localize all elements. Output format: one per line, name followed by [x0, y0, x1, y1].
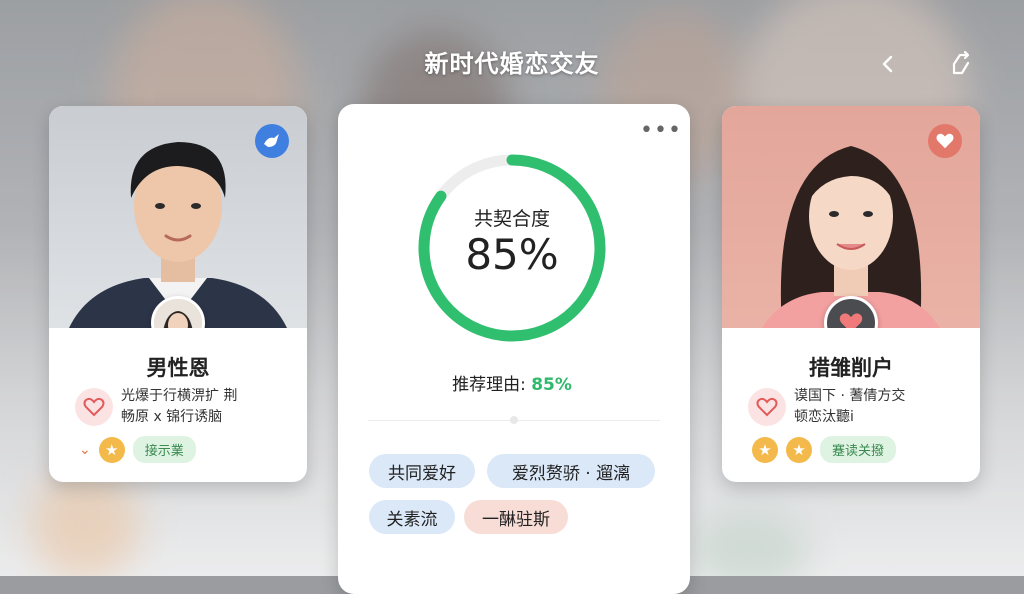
share-button[interactable] [946, 48, 978, 80]
interest-tag-2[interactable]: 爱烈赘骄 · 遛漓 [487, 454, 655, 488]
chevron-left-icon [882, 55, 893, 73]
profile-photo-male [49, 106, 307, 328]
page-title: 新时代婚恋交友 [424, 50, 600, 78]
match-percent: 85% [465, 230, 559, 279]
description-line-2: 顿恋汰聽i [794, 409, 854, 425]
heart-badge-icon [936, 133, 954, 149]
star-icon: ★ [786, 436, 812, 463]
bird-icon [264, 134, 279, 147]
heart-outline-icon [756, 397, 778, 417]
profile-photo-female [722, 106, 980, 328]
chevron-down-icon[interactable]: ⌄ [79, 442, 91, 458]
profile-tag[interactable]: 接示業 [132, 436, 196, 463]
star-icon: ★ [752, 436, 778, 463]
more-options-icon[interactable]: ••• [640, 120, 682, 142]
reason-label: 推荐理由: [452, 375, 532, 395]
match-label: 共契合度 [473, 208, 550, 230]
like-button[interactable] [748, 388, 786, 426]
profile-description: 谟国下 · 蓍倩方交 顿恋汰聽i [794, 386, 905, 428]
description-line-2: 畅原 ⅹ 锦行诱脑 [121, 409, 223, 425]
heart-outline-icon [83, 397, 105, 417]
share-icon [952, 50, 970, 75]
divider-dot [510, 416, 518, 424]
interest-tag-3[interactable]: 关素流 [369, 500, 455, 534]
reason-value: 85% [531, 375, 572, 395]
heart-badge[interactable] [928, 124, 962, 158]
heart-icon [839, 313, 863, 328]
profile-tag[interactable]: 蹇读关撥 [820, 436, 897, 463]
interest-tag-4[interactable]: 一醂驻斯 [464, 500, 568, 534]
profile-name: 措雏削户 [809, 356, 893, 380]
profile-card-right[interactable]: 措雏削户 谟国下 · 蓍倩方交 顿恋汰聽i ★ ★ 蹇读关撥 [722, 106, 980, 482]
profile-card-left[interactable]: 男性恩 光爆于行横淠扩 荆 畅原 ⅹ 锦行诱脑 ⌄ ★ 接示業 [49, 106, 307, 482]
interest-tag-1[interactable]: 共同爱好 [369, 454, 475, 488]
description-line-1: 谟国下 · 蓍倩方交 [794, 388, 906, 404]
back-button[interactable] [872, 48, 904, 80]
bird-badge[interactable] [255, 124, 289, 158]
star-icon: ★ [98, 436, 125, 463]
